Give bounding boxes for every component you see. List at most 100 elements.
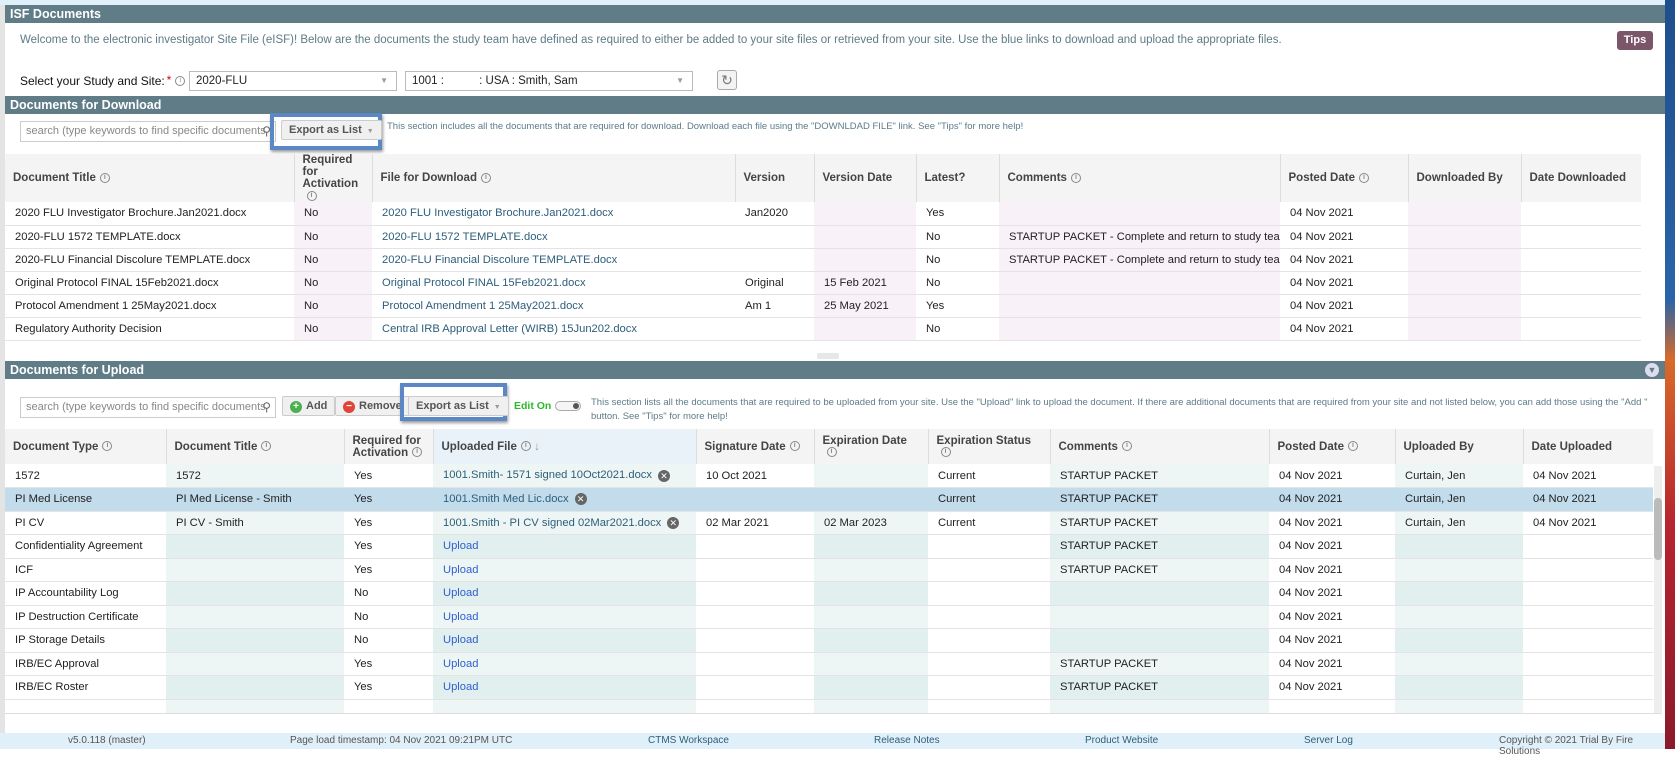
column-header-latest[interactable]: Latest? bbox=[915, 154, 999, 202]
info-icon[interactable]: i bbox=[261, 441, 272, 452]
info-icon[interactable]: i bbox=[1347, 441, 1358, 452]
add-button[interactable]: + Add bbox=[282, 396, 336, 416]
table-row[interactable]: 2020-FLU 1572 TEMPLATE.docx No 2020-FLU 15… bbox=[5, 225, 1641, 249]
column-header-signature-date[interactable]: Signature Date i bbox=[695, 429, 814, 464]
download-export-button[interactable]: Export as List ▼ bbox=[281, 120, 382, 140]
upload-link[interactable]: Upload bbox=[443, 587, 478, 599]
column-header-required-for-activation[interactable]: Required for Activationi bbox=[293, 154, 372, 202]
column-header-required-for-activation[interactable]: Required for Activationi bbox=[343, 429, 433, 464]
remove-file-icon[interactable]: ✕ bbox=[574, 493, 587, 506]
site-select[interactable]: 1001 : : USA : Smith, Sam ▼ bbox=[405, 71, 693, 91]
upload-link[interactable]: Upload bbox=[443, 564, 478, 576]
column-header-document-title[interactable]: Document Title i bbox=[165, 429, 344, 464]
footer-ctms-link[interactable]: CTMS Workspace bbox=[648, 735, 729, 746]
file-link[interactable]: Original Protocol FINAL 15Feb2021.docx bbox=[382, 277, 586, 289]
cell-document-type: IRB/EC Approval bbox=[5, 652, 166, 676]
column-header-date-downloaded[interactable]: Date Downloaded bbox=[1520, 154, 1641, 202]
remove-file-icon[interactable]: ✕ bbox=[657, 469, 670, 482]
table-row[interactable]: 1572 1572 Yes 1001.Smith- 1571 signed 10Oct… bbox=[5, 464, 1653, 488]
footer-server-log-link[interactable]: Server Log bbox=[1304, 735, 1353, 746]
table-row[interactable]: ICF Yes Upload STARTUP PACKET 04 Nov 2021 bbox=[5, 558, 1653, 582]
table-row[interactable]: IP Storage Details No Upload 04 Nov 2021 bbox=[5, 628, 1653, 653]
cell-file-for-download: Original Protocol FINAL 15Feb2021.docx bbox=[372, 271, 735, 295]
remove-button[interactable]: − Remove bbox=[335, 396, 410, 416]
info-icon[interactable]: i bbox=[102, 441, 113, 452]
footer-product-website-link[interactable]: Product Website bbox=[1085, 735, 1158, 746]
column-header-expiration-status[interactable]: Expiration Statusi bbox=[927, 429, 1050, 464]
info-icon[interactable]: i bbox=[940, 447, 951, 458]
upload-search-input[interactable]: search (type keywords to find specific d… bbox=[20, 397, 276, 418]
collapse-icon[interactable]: ▼ bbox=[1645, 363, 1659, 377]
file-link[interactable]: 1001.Smith Med Lic.docx bbox=[443, 493, 569, 505]
scrollbar-thumb[interactable] bbox=[1654, 498, 1662, 560]
table-row[interactable]: Confidentiality Agreement Yes Upload STARTU… bbox=[5, 534, 1653, 559]
cell-expiration-date bbox=[814, 628, 928, 653]
info-icon[interactable]: i bbox=[520, 441, 531, 452]
footer-release-notes-link[interactable]: Release Notes bbox=[874, 735, 940, 746]
column-header-posted-date[interactable]: Posted Date i bbox=[1279, 154, 1408, 202]
table-row[interactable]: Original Protocol FINAL 15Feb2021.docx No… bbox=[5, 271, 1641, 295]
upload-link[interactable]: Upload bbox=[443, 611, 478, 623]
info-icon[interactable]: i bbox=[412, 447, 423, 458]
info-icon[interactable]: i bbox=[1121, 441, 1132, 452]
column-header-downloaded-by[interactable]: Downloaded By bbox=[1407, 154, 1521, 202]
column-header-expiration-date[interactable]: Expiration Datei bbox=[813, 429, 928, 464]
column-header-file-for-download[interactable]: File for Download i bbox=[371, 154, 735, 202]
file-link[interactable]: 2020-FLU Financial Discolure TEMPLATE.do… bbox=[382, 254, 617, 266]
chevron-down-icon: ▼ bbox=[676, 76, 684, 85]
info-icon[interactable]: i bbox=[175, 76, 186, 86]
info-icon[interactable]: i bbox=[789, 441, 800, 452]
table-row[interactable]: 2020 FLU Investigator Brochure.Jan2021.d… bbox=[5, 202, 1641, 226]
table-row[interactable]: IRB/EC Roster Yes Upload STARTUP PACKET 04 N… bbox=[5, 675, 1653, 700]
column-header-posted-date[interactable]: Posted Date i bbox=[1268, 429, 1395, 464]
file-link[interactable]: Protocol Amendment 1 25May2021.docx bbox=[382, 300, 584, 312]
edit-toggle[interactable] bbox=[555, 401, 581, 411]
column-header-document-title[interactable]: Document Title i bbox=[5, 154, 294, 202]
column-header-version[interactable]: Version bbox=[734, 154, 814, 202]
column-header-uploaded-file[interactable]: Uploaded File i ↓ bbox=[432, 429, 696, 464]
table-row[interactable]: Protocol Amendment 1 25May2021.docx No Pro… bbox=[5, 294, 1641, 318]
sort-arrow-icon[interactable]: ↓ bbox=[531, 441, 540, 453]
info-icon[interactable]: i bbox=[826, 447, 837, 458]
refresh-button[interactable]: ↻ bbox=[717, 70, 737, 90]
table-row[interactable]: PI CV PI CV - Smith Yes 1001.Smith - PI CV … bbox=[5, 511, 1653, 535]
upload-export-button[interactable]: Export as List ▼ bbox=[408, 396, 509, 416]
upload-link[interactable]: Upload bbox=[443, 681, 478, 693]
upload-link[interactable]: Upload bbox=[443, 540, 478, 552]
column-header-document-type[interactable]: Document Type i bbox=[5, 429, 166, 464]
table-row[interactable]: PI Med License PI Med License - Smith Yes 1… bbox=[5, 487, 1653, 512]
upload-scrollbar[interactable] bbox=[1654, 466, 1662, 716]
upload-link[interactable]: Upload bbox=[443, 634, 478, 646]
upload-link[interactable]: Upload bbox=[443, 658, 478, 670]
tips-button[interactable]: Tips bbox=[1617, 31, 1653, 50]
remove-file-icon[interactable]: ✕ bbox=[667, 516, 680, 529]
file-link[interactable]: 1001.Smith- 1571 signed 10Oct2021.docx bbox=[443, 469, 652, 481]
column-header-uploaded-by[interactable]: Uploaded By bbox=[1394, 429, 1523, 464]
study-select[interactable]: 2020-FLU ▼ bbox=[189, 71, 397, 91]
table-row[interactable]: IRB/EC Approval Yes Upload STARTUP PACKET 04… bbox=[5, 652, 1653, 676]
info-icon[interactable]: i bbox=[480, 172, 491, 183]
download-search-input[interactable]: search (type keywords to find specific d… bbox=[20, 121, 276, 142]
table-row[interactable]: IP Destruction Certificate No Upload 04 Nov… bbox=[5, 605, 1653, 629]
info-icon[interactable]: i bbox=[99, 172, 110, 183]
column-header-comments[interactable]: Comments i bbox=[998, 154, 1280, 202]
file-link[interactable]: 2020 FLU Investigator Brochure.Jan2021.d… bbox=[382, 207, 613, 219]
file-link[interactable]: Central IRB Approval Letter (WIRB) 15Jun… bbox=[382, 323, 637, 335]
footer-timestamp: Page load timestamp: 04 Nov 2021 09:21PM… bbox=[290, 735, 513, 746]
table-row[interactable]: Regulatory Authority Decision No Central I… bbox=[5, 317, 1641, 341]
table-row[interactable]: 2020-FLU Financial Discolure TEMPLATE.do… bbox=[5, 248, 1641, 272]
cell-uploaded-by bbox=[1395, 652, 1523, 676]
info-icon[interactable]: i bbox=[1358, 172, 1369, 183]
info-icon[interactable]: i bbox=[1070, 172, 1081, 183]
column-header-date-uploaded[interactable]: Date Uploaded bbox=[1522, 429, 1653, 464]
file-link[interactable]: 1001.Smith - PI CV signed 02Mar2021.docx bbox=[443, 517, 661, 529]
file-link[interactable]: 2020-FLU 1572 TEMPLATE.docx bbox=[382, 231, 548, 243]
splitter-handle[interactable] bbox=[817, 353, 839, 359]
table-row[interactable]: IP Accountability Log No Upload 04 Nov 2021 bbox=[5, 581, 1653, 606]
cell-comments bbox=[999, 294, 1280, 318]
column-header-version-date[interactable]: Version Date bbox=[813, 154, 916, 202]
info-icon[interactable]: i bbox=[306, 190, 317, 201]
column-header-comments[interactable]: Comments i bbox=[1049, 429, 1269, 464]
cell-document-type: PI Med License bbox=[5, 487, 166, 512]
column-header-label: Required for Activation bbox=[352, 434, 421, 459]
